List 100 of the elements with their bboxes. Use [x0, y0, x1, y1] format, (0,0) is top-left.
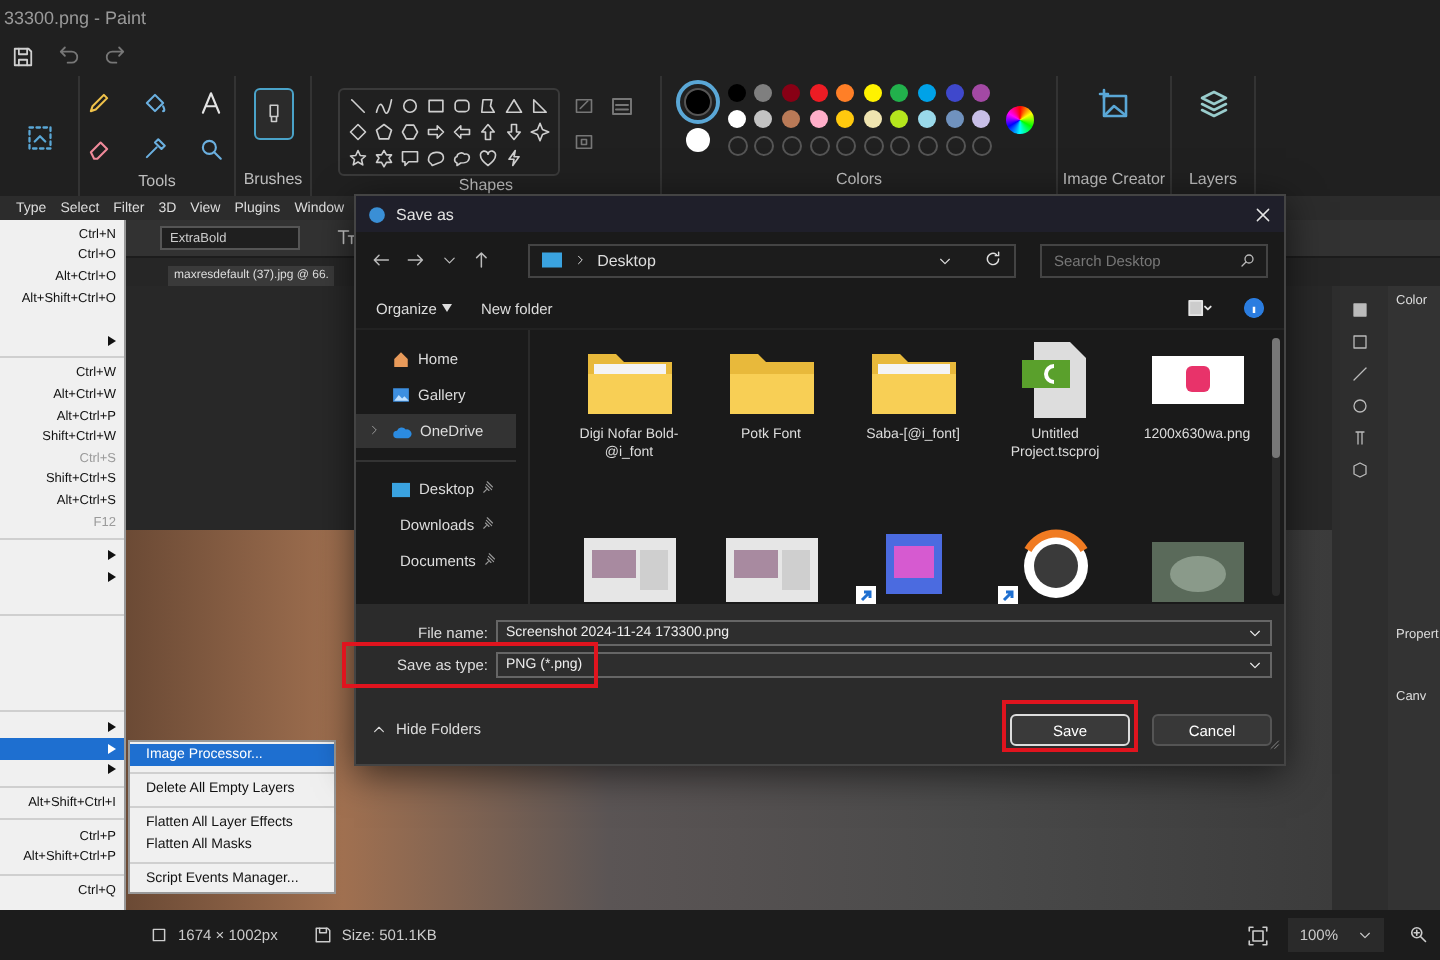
color-swatch[interactable]: [863, 84, 882, 102]
chevron-right-icon: [573, 254, 586, 266]
search-icon: [1239, 251, 1256, 267]
color-swatch[interactable]: [836, 110, 855, 128]
line-shape-icon[interactable]: [347, 96, 367, 116]
color-swatch[interactable]: [727, 110, 746, 128]
right-triangle-shape-icon[interactable]: [529, 96, 549, 116]
pentagon-shape-icon[interactable]: [373, 122, 393, 142]
triangle-shape-icon[interactable]: [503, 96, 523, 116]
sparkle-picture-icon[interactable]: [1098, 88, 1130, 120]
down-arrow-shape-icon[interactable]: [503, 122, 523, 142]
rounded-rectangle-shape-icon[interactable]: [451, 96, 471, 116]
magnifier-icon[interactable]: [197, 136, 223, 162]
pencil-icon[interactable]: [85, 90, 111, 116]
text-icon[interactable]: [197, 90, 223, 116]
layers-icon[interactable]: [1197, 88, 1229, 120]
polygon-shape-icon[interactable]: [477, 96, 497, 116]
adjust-icon: [1352, 398, 1368, 414]
color-swatch[interactable]: [809, 110, 828, 128]
up-arrow-shape-icon[interactable]: [477, 122, 497, 142]
rectangle-callout-shape-icon[interactable]: [399, 148, 419, 168]
desktop-icon: [392, 481, 411, 497]
empty-color-slot[interactable]: [809, 136, 830, 156]
secondary-color-swatch[interactable]: [685, 128, 710, 152]
curve-shape-icon[interactable]: [373, 96, 393, 116]
group-label: Shapes: [458, 176, 514, 194]
zoom-in-icon[interactable]: [1408, 923, 1428, 943]
forward-arrow-icon[interactable]: [406, 250, 426, 270]
cloud-callout-shape-icon[interactable]: [451, 148, 471, 168]
help-icon[interactable]: [1244, 298, 1264, 318]
dialog-title: Save as: [396, 205, 454, 223]
color-swatch[interactable]: [945, 110, 964, 128]
empty-color-slot[interactable]: [754, 136, 775, 156]
back-arrow-icon[interactable]: [372, 250, 391, 270]
heart-shape-icon[interactable]: [477, 148, 497, 168]
pin-icon: [483, 552, 498, 566]
shape-fill-icon[interactable]: [571, 132, 595, 152]
rectangle-shape-icon[interactable]: [425, 96, 445, 116]
empty-color-slot[interactable]: [945, 136, 966, 156]
color-swatch[interactable]: [836, 84, 855, 102]
chevron-up-icon: [372, 721, 386, 735]
color-swatch[interactable]: [917, 84, 936, 102]
empty-color-slot[interactable]: [727, 136, 748, 156]
color-swatch[interactable]: [782, 110, 801, 128]
shape-outline-icon[interactable]: [571, 96, 595, 116]
fit-to-window-icon[interactable]: [1247, 925, 1268, 945]
up-arrow-icon[interactable]: [472, 250, 492, 270]
color-swatch[interactable]: [890, 84, 909, 102]
save-icon[interactable]: [12, 45, 34, 67]
redo-icon[interactable]: [104, 42, 126, 64]
color-swatch[interactable]: [972, 84, 991, 102]
dropdown-triangle-icon: [442, 304, 453, 312]
size-icon[interactable]: [607, 96, 635, 120]
swatch-icon: [1352, 334, 1368, 350]
left-arrow-shape-icon[interactable]: [451, 122, 471, 142]
color-swatch[interactable]: [890, 110, 909, 128]
empty-color-slot[interactable]: [863, 136, 884, 156]
color-swatch[interactable]: [863, 110, 882, 128]
cloud-icon: [392, 423, 412, 439]
fill-bucket-icon[interactable]: [141, 90, 167, 116]
hexagon-shape-icon[interactable]: [399, 122, 419, 142]
lightning-shape-icon[interactable]: [503, 148, 523, 168]
oval-shape-icon[interactable]: [399, 96, 419, 116]
text-size-icon: [336, 226, 356, 246]
right-arrow-shape-icon[interactable]: [425, 122, 445, 142]
four-point-star-shape-icon[interactable]: [529, 122, 549, 142]
star-shape-icon[interactable]: [347, 148, 367, 168]
chevron-down-icon: [1248, 625, 1262, 639]
brush-button[interactable]: [253, 88, 293, 140]
diamond-shape-icon[interactable]: [347, 122, 367, 142]
group-label: Image Creator: [1062, 170, 1166, 188]
color-swatch[interactable]: [782, 84, 801, 102]
color-swatch[interactable]: [945, 84, 964, 102]
oval-callout-shape-icon[interactable]: [425, 148, 445, 168]
color-wheel-icon[interactable]: [1006, 106, 1035, 134]
empty-color-slot[interactable]: [917, 136, 938, 156]
scrollbar-thumb[interactable]: [1272, 338, 1280, 458]
color-swatch[interactable]: [809, 84, 828, 102]
six-point-star-shape-icon[interactable]: [373, 148, 393, 168]
color-swatch[interactable]: [754, 110, 773, 128]
resize-grip-icon: [1268, 738, 1280, 750]
close-icon[interactable]: [1254, 205, 1272, 223]
color-swatch[interactable]: [917, 110, 936, 128]
empty-color-slot[interactable]: [890, 136, 911, 156]
eraser-icon[interactable]: [85, 136, 111, 162]
chevron-right-icon: [368, 424, 380, 436]
color-swatch[interactable]: [727, 84, 746, 102]
undo-icon[interactable]: [58, 42, 80, 64]
address-bar[interactable]: Desktop: [527, 243, 1016, 277]
empty-color-slot[interactable]: [972, 136, 993, 156]
chevron-down-icon[interactable]: [441, 252, 457, 268]
color-swatch[interactable]: [754, 84, 773, 102]
cube-icon: [1352, 462, 1368, 478]
selection-icon[interactable]: [25, 124, 53, 152]
color-picker-icon[interactable]: [141, 136, 167, 162]
empty-color-slot[interactable]: [836, 136, 857, 156]
chevron-down-icon: [1248, 657, 1262, 671]
empty-color-slot[interactable]: [782, 136, 803, 156]
color-swatch[interactable]: [972, 110, 991, 128]
view-options-icon[interactable]: [1184, 298, 1216, 318]
